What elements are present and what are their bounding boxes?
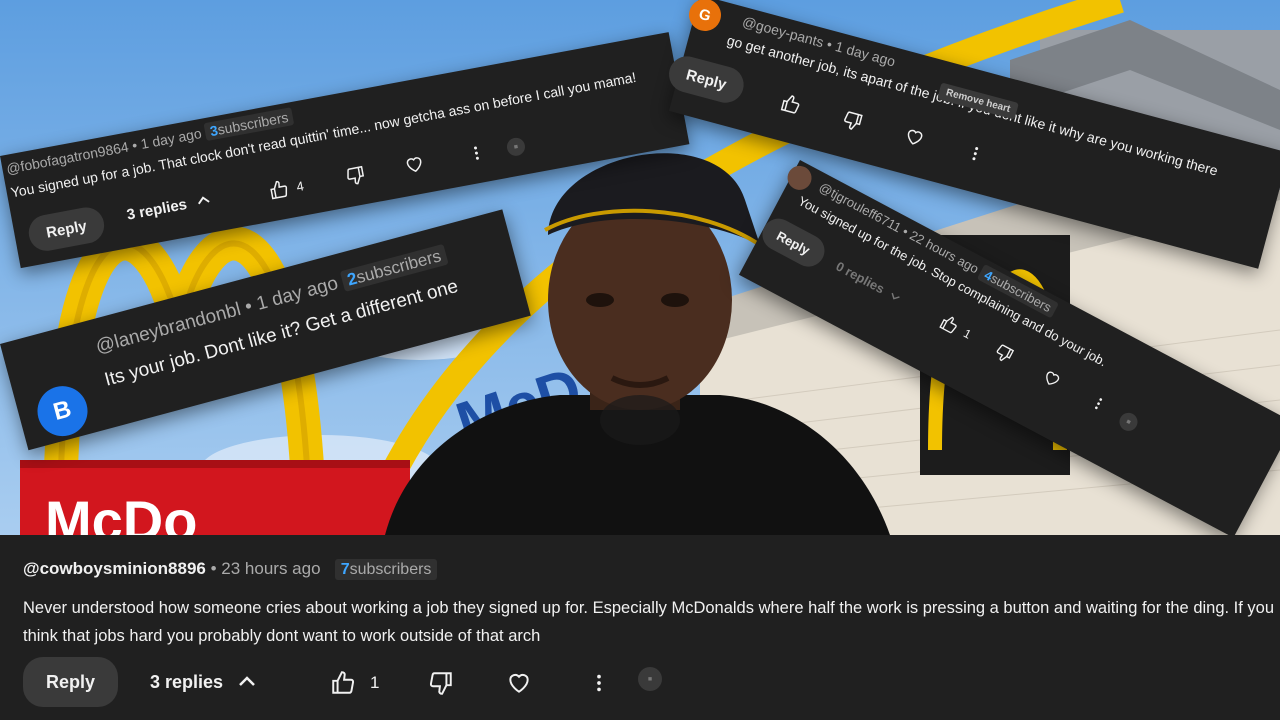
reply-button[interactable]: Reply [664,52,748,107]
like-button[interactable]: 1 [330,670,379,696]
thumbs-up-icon [270,180,288,200]
reply-button[interactable]: Reply [756,212,831,273]
dislike-button[interactable] [840,109,864,133]
more-vertical-icon [597,674,601,692]
avatar: B [31,380,94,442]
thumbs-down-icon [429,672,452,695]
chevron-up-icon [239,676,255,686]
subscriber-badge: 7subscribers [334,559,438,580]
like-count: 1 [370,673,380,692]
comment-text: Never understood how someone cries about… [23,599,1275,645]
comment-card-cowboysminion: @cowboysminion8896 • 23 hours ago 7subsc… [0,535,1280,720]
creator-badge-icon: ■ [505,136,527,158]
comment-time: 1 day ago [254,272,341,315]
chevron-up-icon [197,196,210,205]
thumbs-up-icon [939,316,957,334]
thumbs-down-icon [996,344,1015,362]
heart-button[interactable] [506,670,532,696]
avatar-letter: G [697,5,713,25]
like-button[interactable]: 4 [267,175,305,201]
like-count: 4 [295,177,305,194]
thumbs-up-icon [780,95,800,114]
view-replies-button[interactable]: 0 replies [833,259,904,306]
chevron-down-icon [891,292,900,300]
creator-badge-icon: ■ [638,667,662,691]
more-vertical-icon [473,146,479,160]
heart-icon [1046,371,1060,385]
reply-button[interactable]: Reply [25,204,108,254]
heart-icon [406,157,422,173]
avatar: G [685,0,725,35]
thumbs-down-icon [347,165,365,185]
like-count: 1 [961,326,974,342]
heart-button[interactable] [403,153,426,176]
heart-icon [907,129,923,145]
thumbs-up-icon [332,671,355,694]
replies-count: 3 replies [125,195,189,224]
heart-button[interactable] [1040,367,1064,391]
more-vertical-icon [1095,398,1103,410]
dislike-button[interactable] [344,164,367,187]
like-button[interactable]: 1 [937,312,974,343]
comment-meta: @cowboysminion8896 • 23 hours ago 7subsc… [23,559,438,580]
creator-badge-icon: ■ [1116,409,1141,435]
more-vertical-icon [972,147,979,161]
view-replies-button[interactable]: 3 replies [150,670,259,694]
pole-sign-text: McDo [45,489,197,535]
avatar-letter: B [50,395,75,426]
reply-button[interactable]: Reply [23,657,118,707]
comment-time: 1 day ago [139,125,203,152]
meta-dot: • [210,559,222,578]
thumbs-down-icon [844,111,863,130]
view-replies-button[interactable]: 3 replies [125,190,214,224]
more-options-button[interactable] [964,142,987,166]
more-options-button[interactable] [1087,392,1110,415]
more-options-button[interactable] [588,670,610,696]
replies-count: 3 replies [150,671,224,692]
like-button[interactable] [779,92,803,116]
replies-count: 0 replies [833,258,888,297]
heart-button[interactable] [902,125,926,149]
comment-time: 23 hours ago [221,559,321,578]
more-options-button[interactable] [466,142,487,165]
dislike-button[interactable] [428,670,454,696]
comment-author[interactable]: @cowboysminion8896 [23,559,206,578]
heart-icon [509,673,529,693]
dislike-button[interactable] [992,341,1016,365]
